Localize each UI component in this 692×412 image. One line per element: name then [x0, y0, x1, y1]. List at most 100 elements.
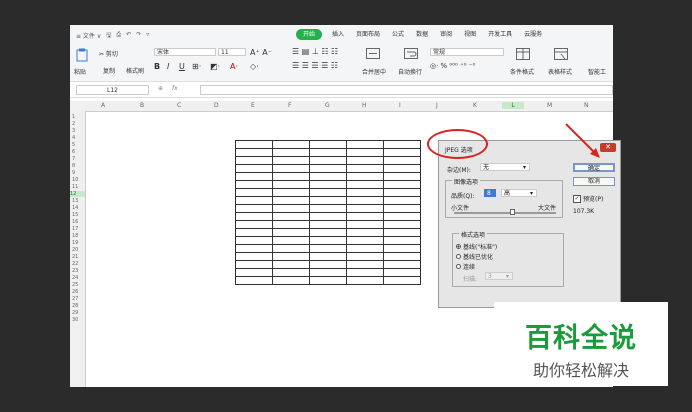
tab-cloud[interactable]: 云服务: [522, 29, 544, 40]
underline-button[interactable]: U: [179, 62, 185, 71]
redo-icon[interactable]: ↷: [136, 31, 141, 41]
conditional-format-button[interactable]: 条件格式: [510, 67, 534, 76]
format-painter-button[interactable]: 格式刷: [126, 66, 144, 75]
column-header[interactable]: H: [362, 102, 367, 109]
row-header[interactable]: 6: [72, 149, 75, 155]
column-header-selected[interactable]: L: [502, 102, 524, 109]
fx-icon[interactable]: fx: [172, 85, 178, 92]
format-progressive-radio[interactable]: 连续: [456, 262, 475, 271]
row-header[interactable]: 30: [72, 317, 78, 323]
row-header[interactable]: 10: [72, 177, 78, 183]
column-header[interactable]: J: [436, 102, 438, 109]
row-header[interactable]: 22: [72, 261, 78, 267]
font-color-icon[interactable]: A·: [230, 62, 238, 71]
tab-view[interactable]: 视图: [462, 29, 478, 40]
column-header[interactable]: I: [399, 102, 401, 109]
bold-button[interactable]: B: [154, 62, 160, 71]
column-header[interactable]: A: [101, 102, 105, 109]
merge-center-button[interactable]: 合并居中: [362, 67, 386, 76]
row-header[interactable]: 18: [72, 233, 78, 239]
fill-color-icon[interactable]: ◩·: [210, 62, 220, 71]
row-header[interactable]: 1: [72, 114, 75, 120]
conditional-format-icon[interactable]: [516, 48, 530, 60]
tab-data[interactable]: 数据: [414, 29, 430, 40]
bordered-cell-range[interactable]: [235, 140, 421, 285]
smart-tools-button[interactable]: 智能工: [588, 67, 606, 76]
row-header[interactable]: 5: [72, 142, 75, 148]
row-header[interactable]: 29: [72, 310, 78, 316]
column-header[interactable]: G: [325, 102, 330, 109]
quality-slider-handle[interactable]: [510, 209, 515, 215]
row-header[interactable]: 15: [72, 212, 78, 218]
formula-input[interactable]: [200, 85, 613, 95]
font-size-select[interactable]: 11: [218, 48, 246, 56]
row-header[interactable]: 23: [72, 268, 78, 274]
row-header[interactable]: 26: [72, 289, 78, 295]
format-baseline-standard-radio[interactable]: 基线("标准"): [456, 242, 497, 251]
row-header[interactable]: 19: [72, 240, 78, 246]
italic-button[interactable]: I: [167, 62, 169, 71]
row-header[interactable]: 2: [72, 121, 75, 127]
border-icon[interactable]: ⊞·: [192, 62, 201, 71]
row-header[interactable]: 17: [72, 226, 78, 232]
row-header[interactable]: 20: [72, 247, 78, 253]
paste-icon[interactable]: [76, 48, 88, 62]
undo-icon[interactable]: ↶: [126, 31, 131, 41]
tab-insert[interactable]: 插入: [330, 29, 346, 40]
matte-select[interactable]: 无 ▾: [480, 163, 530, 171]
copy-button[interactable]: 复制: [103, 66, 115, 75]
table-style-button[interactable]: 表格样式: [548, 67, 572, 76]
paste-button[interactable]: 粘贴: [74, 67, 86, 76]
row-header[interactable]: 13: [72, 198, 78, 204]
row-header-selected[interactable]: 12: [70, 191, 85, 197]
row-header[interactable]: 27: [72, 296, 78, 302]
name-box[interactable]: L12: [76, 85, 149, 95]
row-header[interactable]: 21: [72, 254, 78, 260]
column-header[interactable]: N: [584, 102, 589, 109]
tab-review[interactable]: 审阅: [438, 29, 454, 40]
column-header[interactable]: M: [547, 102, 552, 109]
row-header[interactable]: 25: [72, 282, 78, 288]
column-header[interactable]: E: [251, 102, 255, 109]
column-header[interactable]: D: [214, 102, 219, 109]
row-header[interactable]: 8: [72, 163, 75, 169]
row-header[interactable]: 3: [72, 128, 75, 134]
column-header[interactable]: K: [473, 102, 477, 109]
column-header[interactable]: C: [177, 102, 181, 109]
scans-select[interactable]: 3 ▾: [485, 272, 513, 280]
font-name-select[interactable]: 宋体: [154, 48, 216, 56]
align-top-icons[interactable]: ☰ ▤ ⊥ ☷ ☷: [292, 47, 338, 56]
table-style-icon[interactable]: [554, 48, 568, 60]
save-icon[interactable]: 🖫: [106, 31, 111, 41]
format-baseline-optimized-radio[interactable]: 基线已优化: [456, 252, 493, 261]
tab-home[interactable]: 开始: [296, 29, 323, 40]
row-header[interactable]: 7: [72, 156, 75, 162]
row-header[interactable]: 9: [72, 170, 75, 176]
column-header[interactable]: B: [140, 102, 144, 109]
merge-center-icon[interactable]: [366, 48, 380, 59]
row-header[interactable]: 11: [72, 184, 78, 190]
tab-developer[interactable]: 开发工具: [486, 29, 514, 40]
clear-icon[interactable]: ◇·: [250, 62, 259, 71]
cut-button[interactable]: ✂ 剪切: [99, 49, 118, 58]
font-grow-icon[interactable]: A⁺ A⁻: [250, 48, 272, 57]
quality-slider-track[interactable]: [454, 212, 556, 214]
row-header[interactable]: 14: [72, 205, 78, 211]
tab-formulas[interactable]: 公式: [390, 29, 406, 40]
row-header[interactable]: 28: [72, 303, 78, 309]
align-horizontal-icons[interactable]: ☰ ☰ ☰ ☰ ☷: [292, 61, 338, 70]
row-header[interactable]: 4: [72, 135, 75, 141]
column-header[interactable]: F: [288, 102, 291, 109]
file-menu[interactable]: ≡ 文件 ∨: [76, 31, 101, 41]
quality-input[interactable]: 8: [484, 189, 496, 197]
ok-button[interactable]: 确定: [573, 163, 615, 172]
preview-checkbox[interactable]: ✓ 预览(P): [573, 194, 603, 203]
quick-access-dropdown-icon[interactable]: ▿: [146, 31, 149, 41]
wrap-text-icon[interactable]: [404, 48, 418, 59]
tab-page-layout[interactable]: 页面布局: [354, 29, 382, 40]
print-icon[interactable]: ⎙: [116, 31, 121, 41]
wrap-text-button[interactable]: 自动换行: [398, 67, 422, 76]
row-header[interactable]: 24: [72, 275, 78, 281]
row-header[interactable]: 16: [72, 219, 78, 225]
number-format-icons[interactable]: ◎· % ⁰⁰⁰ ⁺⁰ ⁻⁰: [430, 62, 475, 70]
